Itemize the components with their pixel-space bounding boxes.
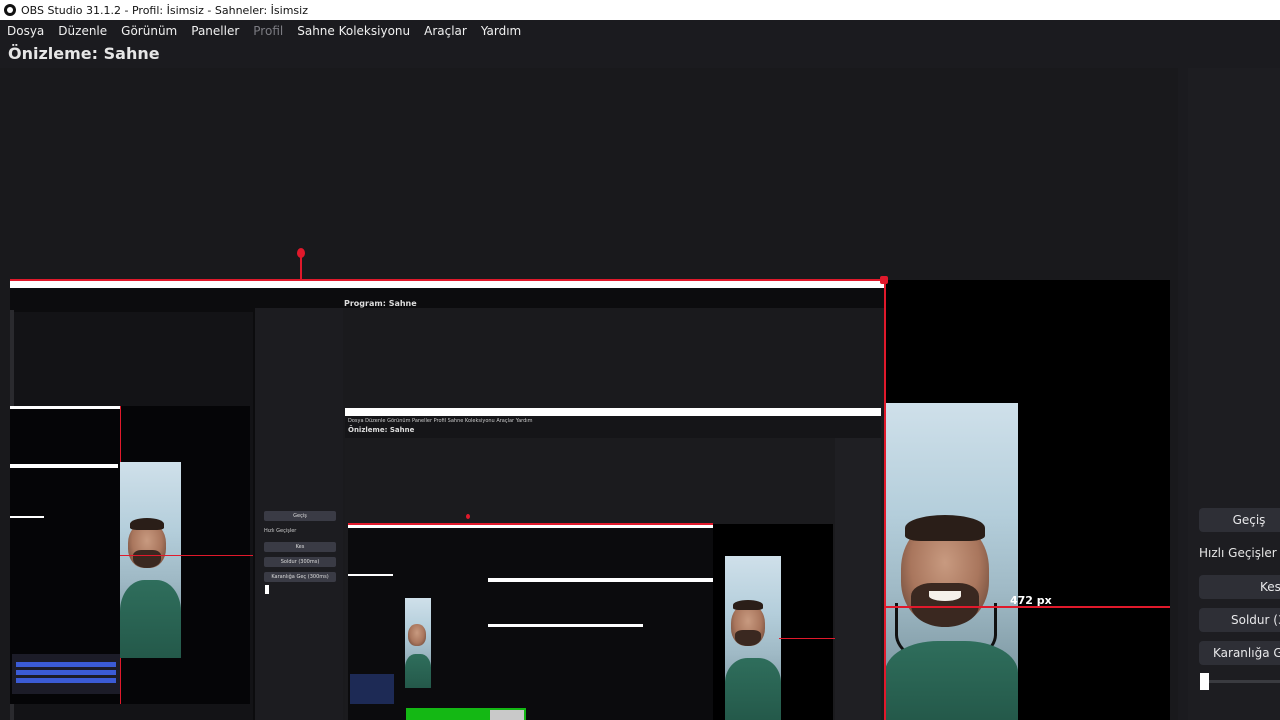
inner-transition-dock	[835, 438, 881, 720]
transition-slider-track[interactable]	[1206, 680, 1280, 683]
menu-bar: Dosya Düzenle Görünüm Paneller Profil Sa…	[0, 20, 1280, 41]
captured-fade-black-button: Karanlığa Geç (300ms)	[264, 572, 336, 582]
inner-menu-bar: Dosya Düzenle Görünüm Paneller Profil Sa…	[348, 418, 533, 424]
fade-to-black-button[interactable]: Karanlığa Geç (300ms)	[1199, 641, 1280, 665]
captured-cut-button: Kes	[264, 542, 336, 552]
captured-line	[10, 464, 118, 468]
menu-view[interactable]: Görünüm	[114, 24, 184, 38]
captured-transition-button: Geçiş	[264, 511, 336, 521]
menu-edit[interactable]: Düzenle	[51, 24, 114, 38]
selection-top-border	[10, 279, 885, 281]
preview-title: Önizleme: Sahne	[8, 44, 160, 63]
window-titlebar: OBS Studio 31.1.2 - Profil: İsimsiz - Sa…	[0, 0, 1280, 20]
transition-button[interactable]: Geçiş	[1199, 508, 1280, 532]
distance-label: 472 px	[1010, 594, 1052, 607]
menu-tools[interactable]: Araçlar	[417, 24, 474, 38]
quick-transitions-label: Hızlı Geçişler	[1199, 546, 1277, 560]
display-capture-source[interactable]: Program: Sahne Geçiş Hızlı Geçişler Kes …	[10, 280, 885, 720]
inner-titlebar	[345, 408, 881, 416]
captured-titlebar	[10, 280, 885, 288]
obs-logo-icon	[4, 4, 16, 16]
menu-docks[interactable]: Paneller	[184, 24, 246, 38]
selection-right-border	[884, 279, 886, 720]
resize-handle-top-right[interactable]	[880, 276, 888, 284]
inner-webcam-image-small	[405, 598, 431, 688]
captured-line	[10, 516, 44, 518]
captured-slider-handle	[265, 585, 269, 594]
webcam-image[interactable]	[885, 403, 1018, 720]
captured-program-title: Program: Sahne	[344, 299, 417, 308]
cut-button[interactable]: Kes	[1199, 575, 1280, 599]
captured-quick-label: Hızlı Geçişler	[264, 528, 297, 534]
inner-scene	[348, 524, 713, 720]
menu-scene-collection[interactable]: Sahne Koleksiyonu	[290, 24, 417, 38]
window-title: OBS Studio 31.1.2 - Profil: İsimsiz - Sa…	[21, 3, 308, 17]
menu-profile[interactable]: Profil	[246, 24, 290, 38]
menu-file[interactable]: Dosya	[0, 24, 51, 38]
rotation-handle[interactable]	[297, 248, 305, 258]
menu-help[interactable]: Yardım	[474, 24, 528, 38]
captured-mini-dock	[12, 654, 120, 694]
fade-button[interactable]: Soldur (300ms)	[1199, 608, 1280, 632]
inner-preview-title: Önizleme: Sahne	[348, 426, 415, 434]
inner-webcam-image	[725, 556, 781, 720]
rotation-handle-line	[300, 256, 302, 280]
captured-inner-obs: Dosya Düzenle Görünüm Paneller Profil Sa…	[345, 408, 881, 720]
captured-webcam-image	[120, 462, 181, 658]
transition-slider-handle[interactable]	[1200, 673, 1209, 690]
captured-fade-button: Soldur (300ms)	[264, 557, 336, 567]
captured-guide-line	[120, 555, 253, 556]
captured-line	[10, 406, 120, 409]
captured-taskbar-item	[490, 710, 524, 720]
